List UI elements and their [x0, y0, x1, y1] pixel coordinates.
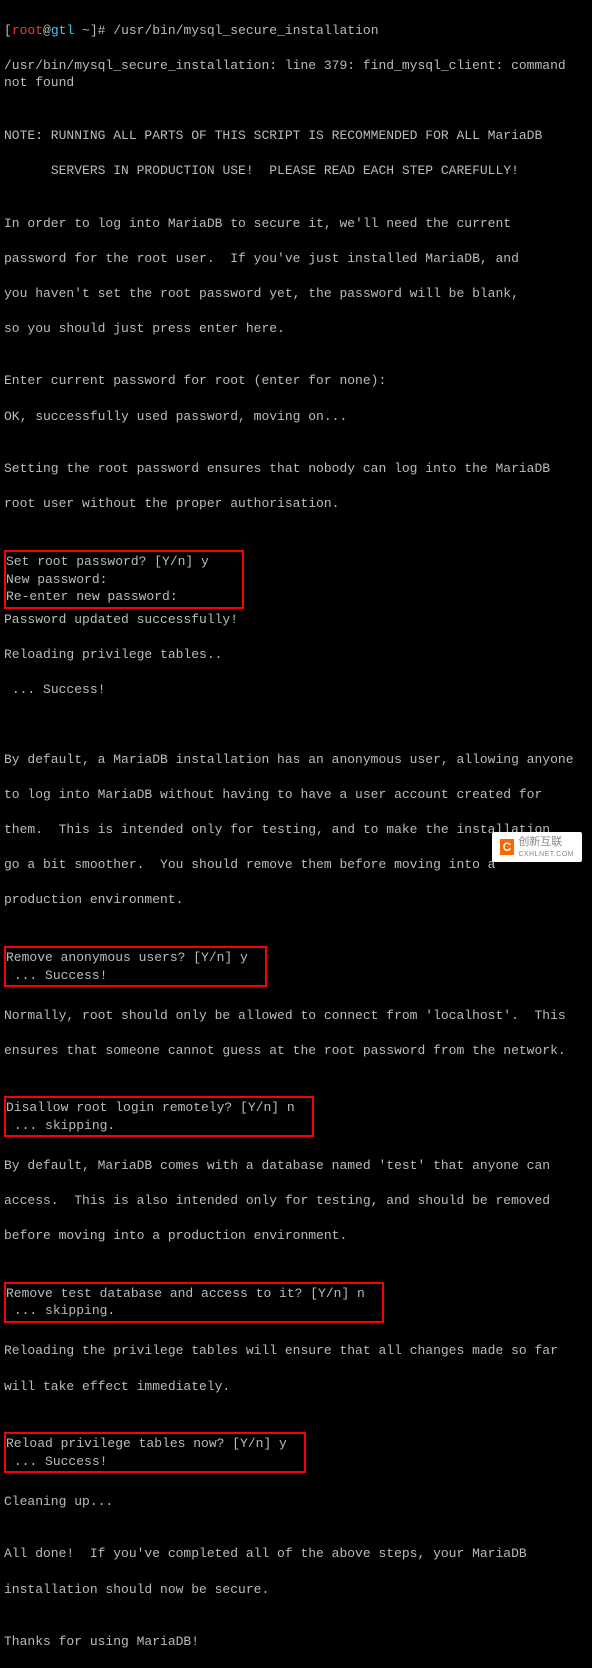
output-line: By default, a MariaDB installation has a…: [4, 751, 588, 769]
output-line: /usr/bin/mysql_secure_installation: line…: [4, 57, 588, 92]
output-line: Re-enter new password:: [6, 588, 240, 606]
output-line: Password updated successfully!: [4, 611, 588, 629]
output-line: ... skipping.: [6, 1117, 310, 1135]
watermark-text-wrap: 创新互联 CXHLNET.COM: [518, 835, 574, 859]
output-line: ensures that someone cannot guess at the…: [4, 1042, 588, 1060]
prompt-path: ~: [74, 23, 90, 38]
output-line: NOTE: RUNNING ALL PARTS OF THIS SCRIPT I…: [4, 127, 588, 145]
prompt-suffix: ]#: [90, 23, 113, 38]
watermark-badge: C 创新互联 CXHLNET.COM: [492, 832, 582, 862]
output-line: Reload privilege tables now? [Y/n] y: [6, 1435, 302, 1453]
prompt-at: @: [43, 23, 51, 38]
command-entered: /usr/bin/mysql_secure_installation: [113, 23, 378, 38]
watermark-logo-icon: C: [500, 839, 515, 855]
watermark-subtext: CXHLNET.COM: [518, 850, 574, 859]
highlight-set-root-password: Set root password? [Y/n] y New password:…: [4, 550, 244, 609]
prompt-host: gtl: [51, 23, 74, 38]
output-line: All done! If you've completed all of the…: [4, 1545, 588, 1563]
output-line: ... Success!: [4, 681, 588, 699]
output-line: New password:: [6, 571, 240, 589]
output-line: Reloading the privilege tables will ensu…: [4, 1342, 588, 1360]
output-line: root user without the proper authorisati…: [4, 495, 588, 513]
prompt-line: [root@gtl ~]# /usr/bin/mysql_secure_inst…: [4, 22, 588, 40]
output-line: production environment.: [4, 891, 588, 909]
bracket-open: [: [4, 23, 12, 38]
output-line: In order to log into MariaDB to secure i…: [4, 215, 588, 233]
output-line: Cleaning up...: [4, 1493, 588, 1511]
output-line: Setting the root password ensures that n…: [4, 460, 588, 478]
output-line: Disallow root login remotely? [Y/n] n: [6, 1099, 310, 1117]
prompt-user: root: [12, 23, 43, 38]
output-line: access. This is also intended only for t…: [4, 1192, 588, 1210]
output-line: Thanks for using MariaDB!: [4, 1633, 588, 1651]
output-line: ... Success!: [6, 967, 263, 985]
output-line: so you should just press enter here.: [4, 320, 588, 338]
output-line: Remove test database and access to it? […: [6, 1285, 380, 1303]
output-line: By default, MariaDB comes with a databas…: [4, 1157, 588, 1175]
highlight-reload-privileges: Reload privilege tables now? [Y/n] y ...…: [4, 1432, 306, 1473]
output-line: Remove anonymous users? [Y/n] y: [6, 949, 263, 967]
output-line: password for the root user. If you've ju…: [4, 250, 588, 268]
output-line: Normally, root should only be allowed to…: [4, 1007, 588, 1025]
watermark-text: 创新互联: [518, 836, 562, 848]
output-line: Set root password? [Y/n] y: [6, 553, 240, 571]
output-line: before moving into a production environm…: [4, 1227, 588, 1245]
output-line: SERVERS IN PRODUCTION USE! PLEASE READ E…: [4, 162, 588, 180]
output-line: to log into MariaDB without having to ha…: [4, 786, 588, 804]
output-line: Reloading privilege tables..: [4, 646, 588, 664]
highlight-disallow-remote-root: Disallow root login remotely? [Y/n] n ..…: [4, 1096, 314, 1137]
highlight-remove-anonymous: Remove anonymous users? [Y/n] y ... Succ…: [4, 946, 267, 987]
output-line: Enter current password for root (enter f…: [4, 372, 588, 390]
highlight-remove-test-db: Remove test database and access to it? […: [4, 1282, 384, 1323]
output-line: ... Success!: [6, 1453, 302, 1471]
output-line: OK, successfully used password, moving o…: [4, 408, 588, 426]
output-line: will take effect immediately.: [4, 1378, 588, 1396]
output-line: you haven't set the root password yet, t…: [4, 285, 588, 303]
output-line: installation should now be secure.: [4, 1581, 588, 1599]
output-line: ... skipping.: [6, 1302, 380, 1320]
